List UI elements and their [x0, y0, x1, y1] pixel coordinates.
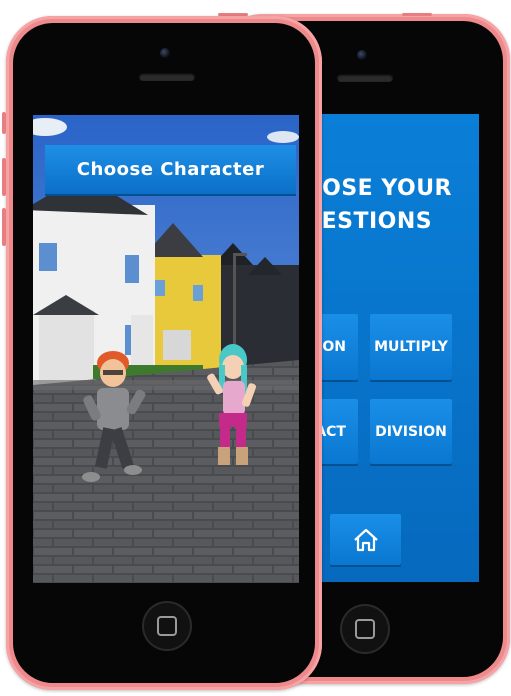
mute-switch: [2, 112, 6, 134]
earpiece-speaker: [139, 73, 195, 81]
home-button[interactable]: [330, 514, 401, 565]
title-line-2: QUESTIONS: [318, 209, 433, 234]
addition-button[interactable]: ION: [318, 314, 358, 380]
multiply-button[interactable]: MULTIPLY: [370, 314, 452, 380]
title-line-1: HOOSE YOUR: [318, 176, 453, 201]
home-icon: [353, 528, 378, 551]
questions-screen: HOOSE YOUR QUESTIONS ION MULTIPLY RACT D…: [318, 114, 479, 582]
questions-title: HOOSE YOUR QUESTIONS: [318, 172, 479, 238]
subtract-label: RACT: [318, 423, 346, 440]
addition-label: ION: [318, 339, 346, 355]
home-hardware-button[interactable]: [340, 604, 390, 654]
earpiece-speaker: [337, 74, 393, 82]
choose-character-banner: Choose Character: [45, 145, 296, 194]
character-select-screen: Choose Character: [33, 115, 299, 583]
multiply-label: MULTIPLY: [374, 339, 448, 355]
home-hardware-button[interactable]: [142, 601, 192, 651]
division-label: DIVISION: [375, 423, 447, 440]
division-button[interactable]: DIVISION: [370, 399, 452, 464]
front-camera: [357, 50, 367, 60]
choose-character-label: Choose Character: [76, 159, 265, 180]
front-camera: [160, 48, 170, 58]
power-button: [402, 13, 432, 16]
volume-down-button: [2, 208, 6, 246]
volume-up-button: [2, 158, 6, 196]
subtract-button[interactable]: RACT: [318, 399, 358, 464]
